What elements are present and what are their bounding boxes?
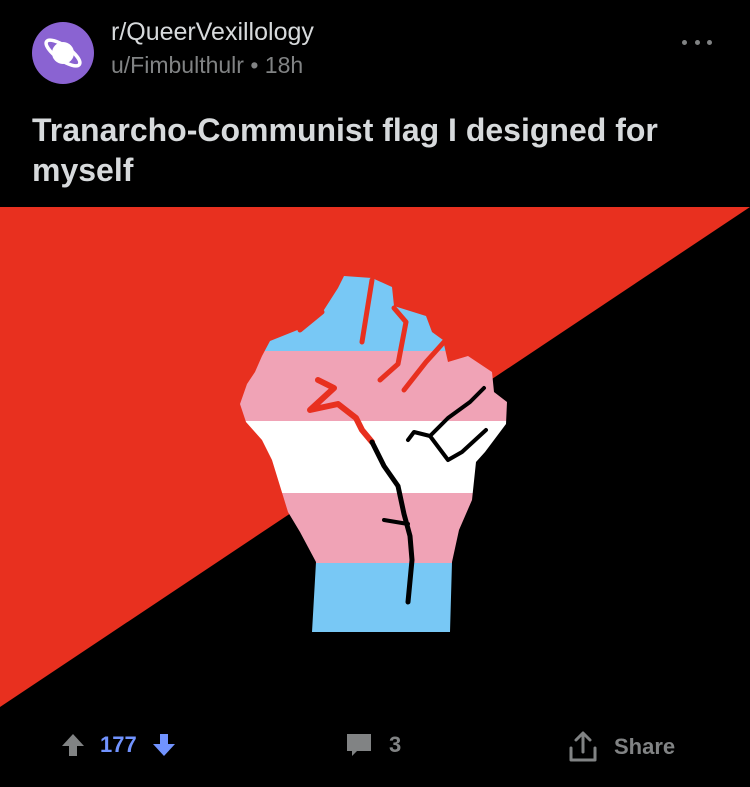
share-button[interactable]: Share bbox=[566, 730, 675, 764]
comments-button[interactable]: 3 bbox=[345, 732, 401, 758]
share-icon bbox=[569, 731, 597, 762]
post-header: r/QueerVexillology u/Fimbulthulr • 18h T… bbox=[0, 0, 750, 205]
more-dot-icon bbox=[694, 39, 700, 45]
more-dot-icon bbox=[682, 39, 687, 45]
post-action-bar: 177 3 Share bbox=[0, 718, 750, 778]
vote-count: 177 bbox=[100, 732, 137, 757]
upvote-button[interactable] bbox=[60, 732, 86, 758]
comment-count: 3 bbox=[389, 732, 402, 757]
post-image[interactable] bbox=[0, 207, 750, 707]
comment-bubble-icon bbox=[347, 734, 371, 756]
post-age: 18h bbox=[264, 52, 304, 78]
author-name[interactable]: u/Fimbulthulr bbox=[111, 52, 244, 78]
upvote-arrow-icon bbox=[62, 734, 84, 756]
meta-separator: • bbox=[250, 52, 259, 78]
more-dot-icon bbox=[707, 39, 712, 45]
more-options-button[interactable] bbox=[682, 30, 712, 54]
downvote-arrow-icon bbox=[152, 734, 175, 756]
planet-icon bbox=[44, 38, 82, 68]
share-label: Share bbox=[614, 734, 676, 759]
subreddit-avatar[interactable] bbox=[32, 22, 94, 84]
post-title[interactable]: Tranarcho-Communist flag I designed for … bbox=[32, 110, 722, 190]
vote-controls: 177 bbox=[60, 732, 177, 758]
subreddit-name[interactable]: r/QueerVexillology bbox=[111, 16, 314, 48]
downvote-button[interactable] bbox=[151, 732, 177, 758]
author-line: u/Fimbulthulr • 18h bbox=[111, 50, 314, 80]
post-meta: r/QueerVexillology u/Fimbulthulr • 18h bbox=[111, 16, 314, 80]
